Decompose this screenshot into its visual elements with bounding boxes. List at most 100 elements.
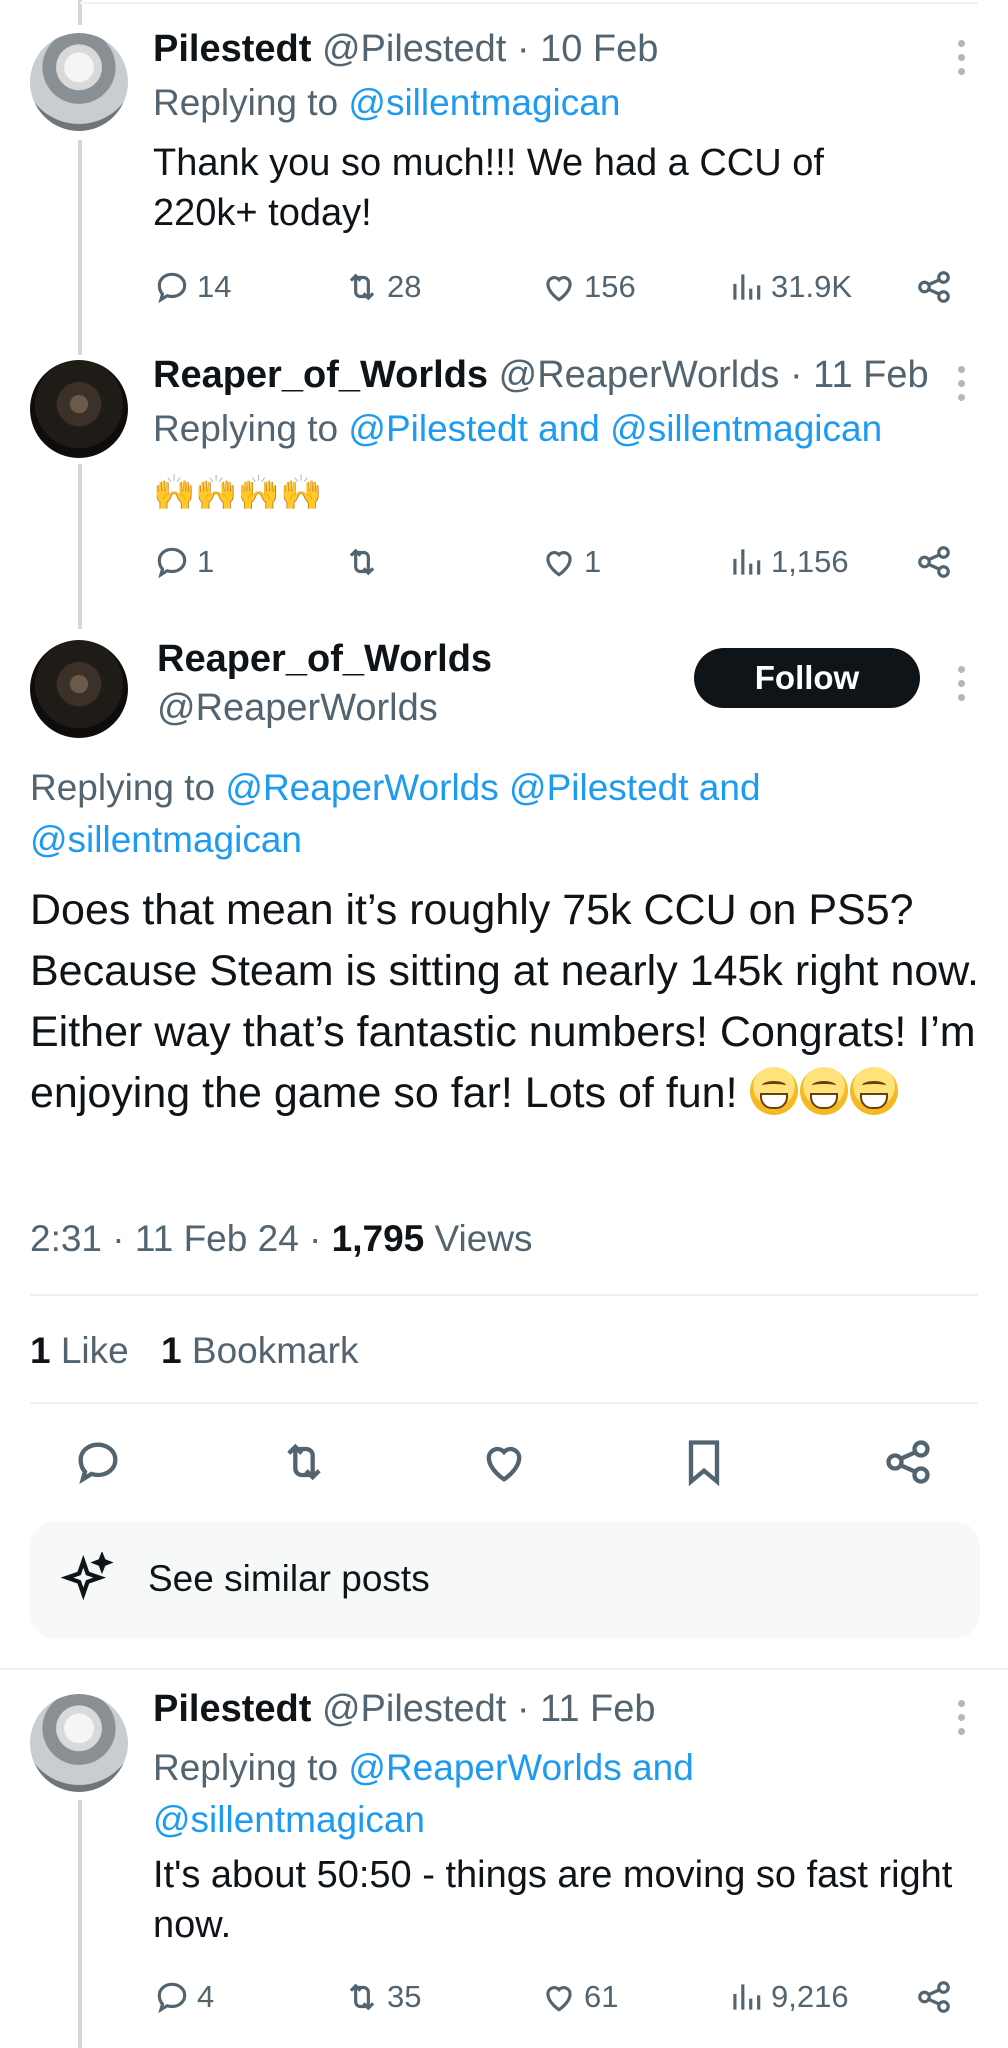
like-count: 156 <box>584 269 636 304</box>
main-tweet-text: Does that mean it’s roughly 75k CCU on P… <box>30 880 980 1124</box>
more-icon[interactable] <box>958 40 970 75</box>
avatar[interactable] <box>30 33 128 131</box>
views-button[interactable]: 9,216 <box>727 1972 849 2022</box>
thread-line <box>78 1800 82 2048</box>
like-button[interactable]: 61 <box>540 1972 618 2022</box>
tweet-meta: 2:31 · 11 Feb 24 · 1,795 Views <box>30 1218 533 1260</box>
reply-icon <box>157 547 187 579</box>
author-name[interactable]: Pilestedt <box>153 28 311 70</box>
tweet-header: Reaper_of_Worlds @ReaperWorlds · 11 Feb <box>153 354 929 397</box>
author-handle[interactable]: @ReaperWorlds <box>157 687 492 730</box>
views-button[interactable]: 1,156 <box>727 537 849 587</box>
avatar[interactable] <box>30 640 128 738</box>
more-icon[interactable] <box>958 366 970 401</box>
repost-count: 35 <box>387 1979 422 2014</box>
reply-icon[interactable] <box>72 1436 124 1488</box>
views-button[interactable]: 31.9K <box>727 262 852 312</box>
thread-line <box>78 140 82 355</box>
divider <box>0 1668 1008 1670</box>
share-icon[interactable] <box>882 1436 934 1488</box>
share-icon <box>918 271 950 303</box>
avatar[interactable] <box>30 360 128 458</box>
views-count: 9,216 <box>771 1979 849 2014</box>
likes-stat[interactable]: 1 Like <box>30 1330 129 1371</box>
top-divider <box>80 2 978 4</box>
more-icon[interactable] <box>958 666 970 701</box>
divider <box>30 1294 978 1296</box>
replying-link[interactable]: @ReaperWorlds @Pilestedt and <box>225 767 760 808</box>
repost-count: 28 <box>387 269 422 304</box>
replying-link[interactable]: @sillentmagican <box>153 1794 694 1846</box>
tweet-date[interactable]: · 11 Feb <box>517 1688 656 1730</box>
tweet-date[interactable]: · 10 Feb <box>517 28 659 70</box>
tweet-header: Pilestedt @Pilestedt · 11 Feb <box>153 1688 656 1731</box>
repost-button[interactable] <box>343 537 381 587</box>
share-button[interactable] <box>915 1972 953 2022</box>
share-icon <box>918 546 950 578</box>
author-name[interactable]: Reaper_of_Worlds <box>157 638 492 681</box>
bookmarks-stat[interactable]: 1 Bookmark <box>161 1330 358 1371</box>
tweet-text: 🙌🙌🙌🙌 <box>153 468 322 518</box>
replying-link[interactable]: @sillentmagican <box>30 814 761 866</box>
like-icon <box>546 276 572 302</box>
author-handle[interactable]: @Pilestedt <box>322 28 506 70</box>
tweet-header: Pilestedt @Pilestedt · 10 Feb <box>153 28 658 71</box>
bookmarks-count: 1 <box>161 1330 182 1371</box>
repost-button[interactable]: 28 <box>343 262 421 312</box>
action-bar: 4 35 61 9,216 <box>153 1972 963 2022</box>
author-name[interactable]: Pilestedt <box>153 1688 311 1730</box>
like-button[interactable]: 156 <box>540 262 636 312</box>
like-count: 1 <box>584 544 602 579</box>
grin-emoji-icon <box>849 1067 898 1115</box>
main-action-bar <box>70 1436 950 1492</box>
replying-link[interactable]: @Pilestedt and @sillentmagican <box>348 408 882 449</box>
replying-link[interactable]: @sillentmagican <box>348 82 620 123</box>
bookmark-icon[interactable] <box>678 1436 730 1488</box>
share-button[interactable] <box>915 262 953 312</box>
reply-button[interactable]: 14 <box>153 262 231 312</box>
more-icon[interactable] <box>958 1700 970 1735</box>
repost-icon <box>349 1983 375 2011</box>
tweet-text: Thank you so much!!! We had a CCU of 220… <box>153 142 824 234</box>
action-bar: 14 28 156 31.9K <box>153 262 963 312</box>
replying-prefix: Replying to <box>153 82 339 123</box>
follow-button[interactable]: Follow <box>694 648 920 708</box>
main-author: Reaper_of_Worlds @ReaperWorlds <box>157 638 492 730</box>
author-name[interactable]: Reaper_of_Worlds <box>153 354 488 396</box>
views-count: 1,156 <box>771 544 849 579</box>
views-icon <box>733 274 761 300</box>
like-icon <box>546 551 572 577</box>
views-label: Views <box>434 1218 533 1259</box>
replying-to: Replying to @Pilestedt and @sillentmagic… <box>153 408 882 450</box>
bookmarks-label: Bookmark <box>191 1330 359 1371</box>
reply-button[interactable]: 1 <box>153 537 214 587</box>
repost-icon[interactable] <box>278 1436 330 1488</box>
see-similar-posts-button[interactable]: See similar posts <box>30 1522 980 1638</box>
like-icon[interactable] <box>478 1436 530 1488</box>
emoji-text: 🙌🙌🙌🙌 <box>153 474 323 512</box>
avatar[interactable] <box>30 1694 128 1792</box>
engagement-stats: 1 Like 1 Bookmark <box>30 1330 358 1372</box>
replying-prefix: Replying to <box>30 767 216 808</box>
like-button[interactable]: 1 <box>540 537 601 587</box>
likes-label: Like <box>60 1330 129 1371</box>
action-bar: 1 1 1,156 <box>153 537 963 587</box>
like-icon <box>546 1986 572 2012</box>
author-handle[interactable]: @ReaperWorlds <box>499 354 780 396</box>
share-button[interactable] <box>915 537 953 587</box>
reply-icon <box>157 1982 187 2014</box>
author-handle[interactable]: @Pilestedt <box>322 1688 506 1730</box>
reply-count: 4 <box>197 1979 215 2014</box>
views-count: 31.9K <box>771 269 853 304</box>
timestamp[interactable]: 2:31 · 11 Feb 24 · <box>30 1218 321 1259</box>
reply-button[interactable]: 4 <box>153 1972 214 2022</box>
divider <box>30 1402 978 1404</box>
replying-prefix: Replying to <box>153 408 339 449</box>
grin-emoji-icon <box>799 1067 848 1115</box>
tweet-date[interactable]: · 11 Feb <box>790 354 929 396</box>
repost-button[interactable]: 35 <box>343 1972 421 2022</box>
replying-link[interactable]: @ReaperWorlds and <box>348 1747 693 1788</box>
sparkle-icon <box>60 1552 114 1601</box>
reply-icon <box>157 272 187 304</box>
likes-count: 1 <box>30 1330 51 1371</box>
